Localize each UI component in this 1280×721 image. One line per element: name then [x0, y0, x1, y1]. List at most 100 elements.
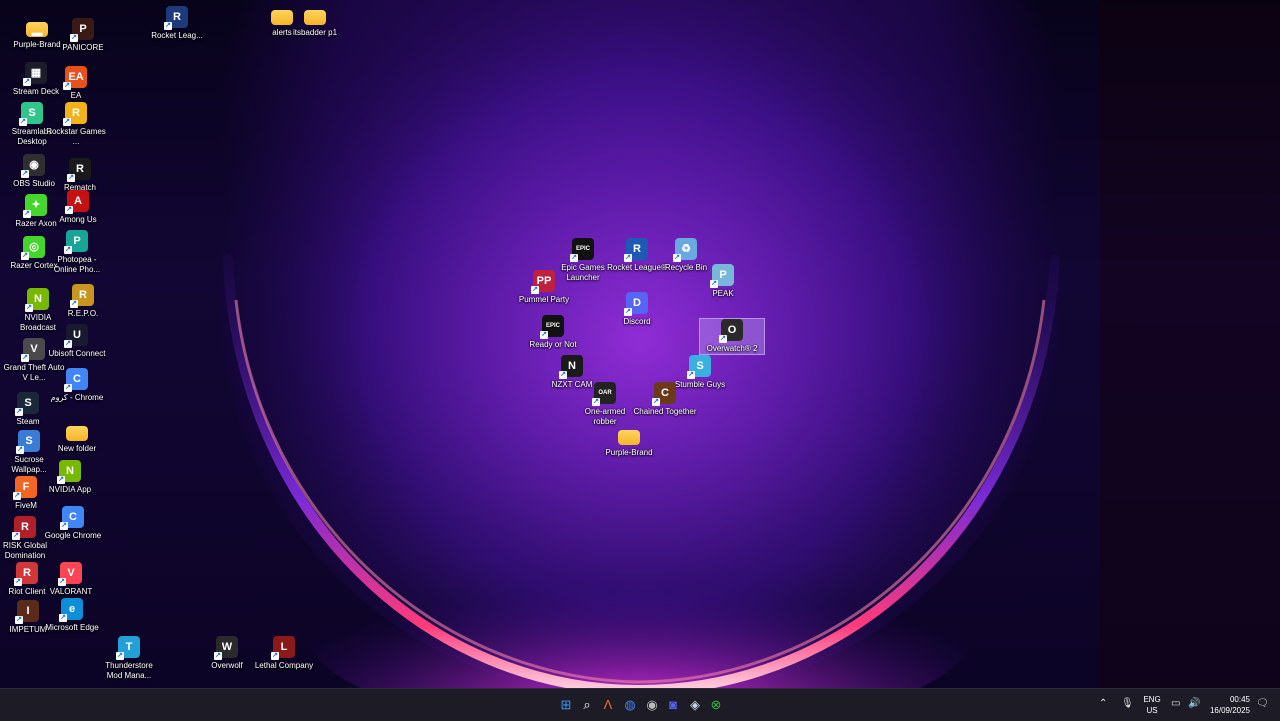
- desktop-icon[interactable]: OAR ↗ One-armed robber: [573, 382, 637, 427]
- desktop-icon-label: Lethal Company: [254, 661, 314, 670]
- desktop-icon[interactable]: W ↗ Overwolf: [195, 636, 259, 671]
- network-icon[interactable]: ▭: [1171, 698, 1180, 709]
- taskbar-discord-icon[interactable]: ◙: [664, 696, 682, 714]
- shortcut-arrow-icon: ↗: [21, 252, 29, 260]
- desktop-icon[interactable]: U ↗ Ubisoft Connect: [45, 324, 109, 359]
- desktop-icon[interactable]: C ↗ كروم - Chrome: [45, 368, 109, 403]
- app-icon: W ↗: [214, 636, 238, 660]
- shortcut-arrow-icon: ↗: [559, 371, 567, 379]
- app-icon: e ↗: [59, 598, 83, 622]
- app-icon: I ↗: [15, 600, 39, 624]
- shortcut-arrow-icon: ↗: [214, 652, 222, 660]
- shortcut-arrow-icon: ↗: [23, 78, 31, 86]
- app-icon: S ↗: [19, 102, 43, 126]
- app-icon: F ↗: [13, 476, 37, 500]
- clock-time: 00:45: [1229, 695, 1250, 704]
- taskbar-app-a-icon[interactable]: Λ: [599, 696, 617, 714]
- app-icon: N ↗: [559, 355, 583, 379]
- app-icon: T ↗: [116, 636, 140, 660]
- desktop-icon[interactable]: R ↗ Rocket Leag...: [145, 6, 209, 41]
- app-icon: V ↗: [58, 562, 82, 586]
- folder-icon: ▬: [26, 22, 48, 39]
- shortcut-arrow-icon: ↗: [25, 304, 33, 312]
- language-indicator[interactable]: ENG US: [1142, 694, 1162, 716]
- desktop-icon[interactable]: R ↗ Rematch: [48, 158, 112, 193]
- desktop-icon-label: R.E.P.O.: [67, 309, 99, 318]
- shortcut-arrow-icon: ↗: [540, 331, 548, 339]
- shortcut-arrow-icon: ↗: [16, 446, 24, 454]
- shortcut-arrow-icon: ↗: [673, 254, 681, 262]
- desktop-icon-label: Microsoft Edge: [45, 623, 99, 632]
- taskbar-start-icon[interactable]: ⊞: [557, 696, 575, 714]
- shortcut-arrow-icon: ↗: [164, 22, 172, 30]
- desktop-icon-label: One-armed robber: [584, 407, 626, 426]
- desktop-icon[interactable]: R ↗ Rockstar Games ...: [44, 102, 108, 147]
- taskbar-steam-icon[interactable]: ◈: [686, 696, 704, 714]
- desktop-icon[interactable]: EA ↗ EA: [44, 66, 108, 101]
- app-icon: U ↗: [64, 324, 88, 348]
- app-icon: EPIC ↗: [540, 315, 564, 339]
- desktop-icon[interactable]: R ↗ R.E.P.O.: [51, 284, 115, 319]
- shortcut-arrow-icon: ↗: [15, 616, 23, 624]
- folder-icon: [304, 10, 326, 25]
- app-icon: ✦ ↗: [23, 194, 47, 218]
- desktop-icon[interactable]: Purple-Brand: [597, 426, 661, 458]
- desktop-icon[interactable]: New folder: [45, 422, 109, 454]
- taskbar-obs-icon[interactable]: ◉: [643, 696, 661, 714]
- clock[interactable]: 00:45 16/09/2025: [1210, 694, 1250, 716]
- desktop-icon[interactable]: L ↗ Lethal Company: [252, 636, 316, 671]
- desktop-icon-label: Overwatch® 2: [706, 344, 758, 353]
- desktop-icon[interactable]: D ↗ Discord: [605, 292, 669, 327]
- desktop-icon[interactable]: P ↗ PANICORE: [51, 18, 115, 53]
- app-icon: L ↗: [271, 636, 295, 660]
- desktop-icon[interactable]: T ↗ Thunderstore Mod Mana...: [97, 636, 161, 681]
- app-icon: ◎ ↗: [21, 236, 45, 260]
- shortcut-arrow-icon: ↗: [15, 408, 23, 416]
- desktop-icon[interactable]: C ↗ Chained Together: [633, 382, 697, 417]
- desktop-icon[interactable]: itsbadder p1: [283, 6, 347, 38]
- shortcut-arrow-icon: ↗: [13, 492, 21, 500]
- taskbar-xbox-icon[interactable]: ⊗: [707, 696, 725, 714]
- shortcut-arrow-icon: ↗: [57, 476, 65, 484]
- desktop-icon[interactable]: O ↗ Overwatch® 2: [699, 318, 765, 355]
- desktop-icon[interactable]: P ↗ PEAK: [691, 264, 755, 299]
- app-icon: C ↗: [64, 368, 88, 392]
- desktop-icon[interactable]: A ↗ Among Us: [46, 190, 110, 225]
- folder-icon: [618, 430, 640, 445]
- shortcut-arrow-icon: ↗: [59, 614, 67, 622]
- desktop-icon-label: Rocket Leag...: [151, 31, 203, 40]
- chevron-up-icon[interactable]: ⌃: [1099, 698, 1107, 709]
- desktop-icon[interactable]: e ↗ Microsoft Edge: [40, 598, 104, 633]
- desktop-icon[interactable]: EPIC ↗ Ready or Not: [521, 315, 585, 350]
- app-icon: R ↗: [63, 102, 87, 126]
- taskbar-search-icon[interactable]: ⌕: [578, 696, 596, 714]
- folder-icon: [66, 426, 88, 441]
- desktop-icon-label: Rockstar Games ...: [46, 127, 106, 146]
- desktop-icon[interactable]: C ↗ Google Chrome: [41, 506, 105, 541]
- desktop-icon[interactable]: V ↗ VALORANT: [39, 562, 103, 597]
- app-icon: ◉ ↗: [21, 154, 45, 178]
- app-icon: N ↗: [25, 288, 49, 312]
- shortcut-arrow-icon: ↗: [12, 532, 20, 540]
- desktop-icon-label: New folder: [57, 444, 97, 453]
- shortcut-arrow-icon: ↗: [21, 170, 29, 178]
- desktop-icon[interactable]: PP ↗ Pummel Party: [512, 270, 576, 305]
- desktop-icon-label: Chained Together: [633, 407, 697, 416]
- desktop-icon-label: كروم - Chrome: [50, 393, 104, 402]
- app-icon: ♻ ↗: [673, 238, 697, 262]
- shortcut-arrow-icon: ↗: [19, 118, 27, 126]
- shortcut-arrow-icon: ↗: [14, 578, 22, 586]
- wallpaper-bloom: [220, 0, 1280, 688]
- shortcut-arrow-icon: ↗: [64, 340, 72, 348]
- microphone-icon[interactable]: 🎙: [1121, 698, 1134, 709]
- shortcut-arrow-icon: ↗: [70, 300, 78, 308]
- shortcut-arrow-icon: ↗: [67, 174, 75, 182]
- desktop-icon[interactable]: P ↗ Photopea - Online Pho...: [45, 230, 109, 275]
- shortcut-arrow-icon: ↗: [531, 286, 539, 294]
- app-icon: R ↗: [164, 6, 188, 30]
- notification-icon[interactable]: 🗨: [1256, 698, 1269, 709]
- taskbar-chrome-icon[interactable]: ◍: [621, 696, 639, 714]
- desktop-icon-label: Thunderstore Mod Mana...: [105, 661, 153, 680]
- app-icon: R ↗: [70, 284, 94, 308]
- volume-icon[interactable]: 🔊: [1188, 698, 1200, 709]
